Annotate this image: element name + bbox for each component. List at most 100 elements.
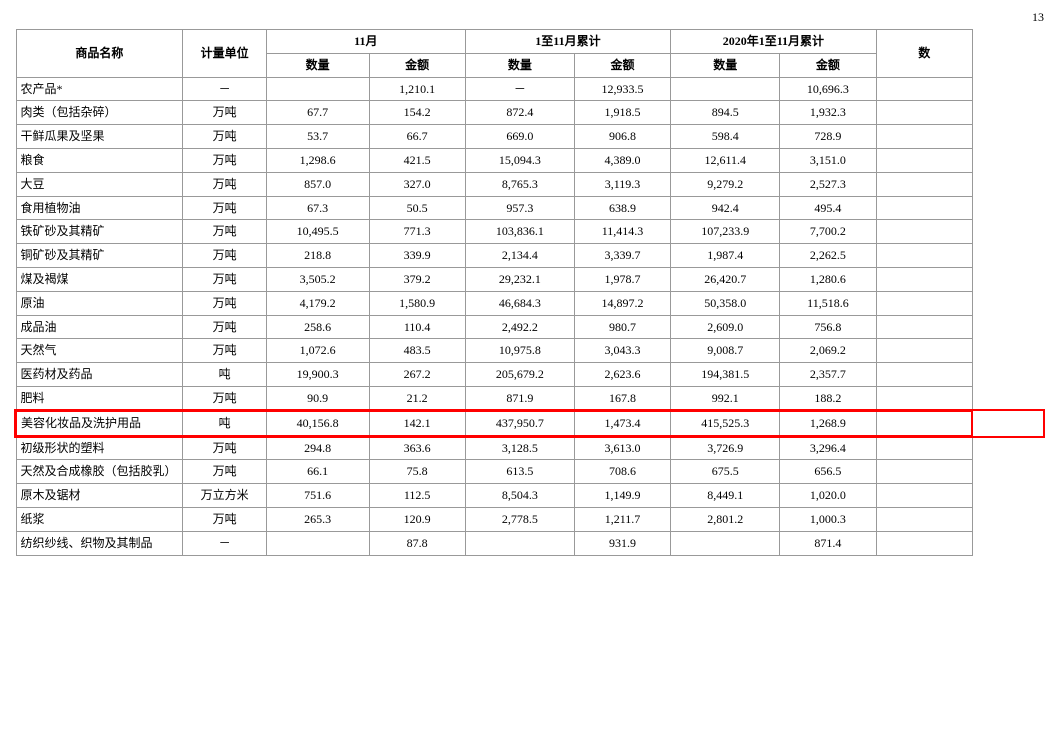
table-cell: 原油 bbox=[16, 291, 183, 315]
table-cell: 万吨 bbox=[183, 460, 266, 484]
table-cell: 751.6 bbox=[266, 484, 369, 508]
table-cell: 10,696.3 bbox=[780, 77, 876, 101]
table-cell: 肉类（包括杂碎） bbox=[16, 101, 183, 125]
table-cell: 363.6 bbox=[369, 436, 465, 460]
table-cell: 万吨 bbox=[183, 196, 266, 220]
table-cell bbox=[876, 339, 972, 363]
table-row: 医药材及药品吨19,900.3267.2205,679.22,623.6194,… bbox=[16, 363, 1043, 387]
table-cell: 万吨 bbox=[183, 436, 266, 460]
table-cell bbox=[465, 531, 574, 555]
table-cell: 1,473.4 bbox=[574, 411, 670, 436]
table-cell: 2,623.6 bbox=[574, 363, 670, 387]
table-cell: 4,389.0 bbox=[574, 148, 670, 172]
table-cell: 1,072.6 bbox=[266, 339, 369, 363]
table-cell: 21.2 bbox=[369, 386, 465, 410]
table-cell: 2,609.0 bbox=[671, 315, 780, 339]
table-cell bbox=[876, 315, 972, 339]
table-cell: 67.7 bbox=[266, 101, 369, 125]
table-cell: 194,381.5 bbox=[671, 363, 780, 387]
table-cell: 483.5 bbox=[369, 339, 465, 363]
table-cell: 339.9 bbox=[369, 244, 465, 268]
table-cell: 638.9 bbox=[574, 196, 670, 220]
table-cell: 598.4 bbox=[671, 125, 780, 149]
table-cell: 675.5 bbox=[671, 460, 780, 484]
table-cell: 吨 bbox=[183, 363, 266, 387]
table-cell: 8,449.1 bbox=[671, 484, 780, 508]
col-header-unit: 计量单位 bbox=[183, 30, 266, 78]
table-cell: 粮食 bbox=[16, 148, 183, 172]
table-cell: 10,495.5 bbox=[266, 220, 369, 244]
table-row: 大豆万吨857.0327.08,765.33,119.39,279.22,527… bbox=[16, 172, 1043, 196]
col-header-nov: 11月 bbox=[266, 30, 465, 54]
table-cell bbox=[671, 77, 780, 101]
table-row: 美容化妆品及洗护用品吨40,156.8142.1437,950.71,473.4… bbox=[16, 411, 1043, 436]
table-cell: 1,918.5 bbox=[574, 101, 670, 125]
table-cell: 942.4 bbox=[671, 196, 780, 220]
col-header-ytd: 1至11月累计 bbox=[465, 30, 670, 54]
col-header-ytd-amt: 金额 bbox=[574, 53, 670, 77]
table-cell: 万吨 bbox=[183, 101, 266, 125]
table-row: 成品油万吨258.6110.42,492.2980.72,609.0756.8 bbox=[16, 315, 1043, 339]
table-cell: 756.8 bbox=[780, 315, 876, 339]
table-cell: 天然及合成橡胶（包括胶乳） bbox=[16, 460, 183, 484]
table-cell bbox=[876, 244, 972, 268]
table-cell: 110.4 bbox=[369, 315, 465, 339]
table-cell bbox=[266, 531, 369, 555]
table-cell: 4,179.2 bbox=[266, 291, 369, 315]
table-cell: 1,211.7 bbox=[574, 507, 670, 531]
table-cell: 992.1 bbox=[671, 386, 780, 410]
table-cell: 871.4 bbox=[780, 531, 876, 555]
table-cell bbox=[876, 484, 972, 508]
col-header-qty-suffix: 数 bbox=[876, 30, 972, 78]
table-cell bbox=[876, 531, 972, 555]
table-cell: 218.8 bbox=[266, 244, 369, 268]
table-cell: 万吨 bbox=[183, 220, 266, 244]
table-cell: 大豆 bbox=[16, 172, 183, 196]
data-table: 商品名称 计量单位 11月 1至11月累计 2020年1至11月累计 数 数量 … bbox=[15, 29, 1044, 556]
table-cell: 19,900.3 bbox=[266, 363, 369, 387]
table-cell: 万吨 bbox=[183, 339, 266, 363]
table-cell: 1,210.1 bbox=[369, 77, 465, 101]
table-cell: 50.5 bbox=[369, 196, 465, 220]
col-header-product: 商品名称 bbox=[16, 30, 183, 78]
table-cell: 万吨 bbox=[183, 172, 266, 196]
page-number: 13 bbox=[15, 10, 1044, 25]
table-row: 初级形状的塑料万吨294.8363.63,128.53,613.03,726.9… bbox=[16, 436, 1043, 460]
header-row-1: 商品名称 计量单位 11月 1至11月累计 2020年1至11月累计 数 bbox=[16, 30, 1043, 54]
table-cell: 1,268.9 bbox=[780, 411, 876, 436]
table-cell: 205,679.2 bbox=[465, 363, 574, 387]
table-cell bbox=[876, 267, 972, 291]
table-cell: 3,151.0 bbox=[780, 148, 876, 172]
col-header-nov-amt: 金额 bbox=[369, 53, 465, 77]
table-cell bbox=[671, 531, 780, 555]
table-cell: 2,262.5 bbox=[780, 244, 876, 268]
table-row: 铜矿砂及其精矿万吨218.8339.92,134.43,339.71,987.4… bbox=[16, 244, 1043, 268]
table-cell: 415,525.3 bbox=[671, 411, 780, 436]
table-cell: 29,232.1 bbox=[465, 267, 574, 291]
table-cell: 3,119.3 bbox=[574, 172, 670, 196]
table-cell: 613.5 bbox=[465, 460, 574, 484]
table-cell: 3,296.4 bbox=[780, 436, 876, 460]
table-cell: 9,279.2 bbox=[671, 172, 780, 196]
table-cell: 258.6 bbox=[266, 315, 369, 339]
table-cell bbox=[876, 507, 972, 531]
table-row: 肥料万吨90.921.2871.9167.8992.1188.2 bbox=[16, 386, 1043, 410]
col-header-ytd2020-qty: 数量 bbox=[671, 53, 780, 77]
table-cell: 12,933.5 bbox=[574, 77, 670, 101]
table-cell: 3,128.5 bbox=[465, 436, 574, 460]
table-cell: 871.9 bbox=[465, 386, 574, 410]
table-cell: 肥料 bbox=[16, 386, 183, 410]
col-header-ytd-qty: 数量 bbox=[465, 53, 574, 77]
table-cell bbox=[876, 172, 972, 196]
table-cell: 656.5 bbox=[780, 460, 876, 484]
table-cell: 万吨 bbox=[183, 386, 266, 410]
table-cell: 初级形状的塑料 bbox=[16, 436, 183, 460]
table-cell: 11,414.3 bbox=[574, 220, 670, 244]
table-cell bbox=[876, 125, 972, 149]
table-cell: 1,987.4 bbox=[671, 244, 780, 268]
table-cell: 40,156.8 bbox=[266, 411, 369, 436]
table-cell: 美容化妆品及洗护用品 bbox=[16, 411, 183, 436]
table-cell: － bbox=[183, 531, 266, 555]
table-cell: 铜矿砂及其精矿 bbox=[16, 244, 183, 268]
table-cell: 1,000.3 bbox=[780, 507, 876, 531]
